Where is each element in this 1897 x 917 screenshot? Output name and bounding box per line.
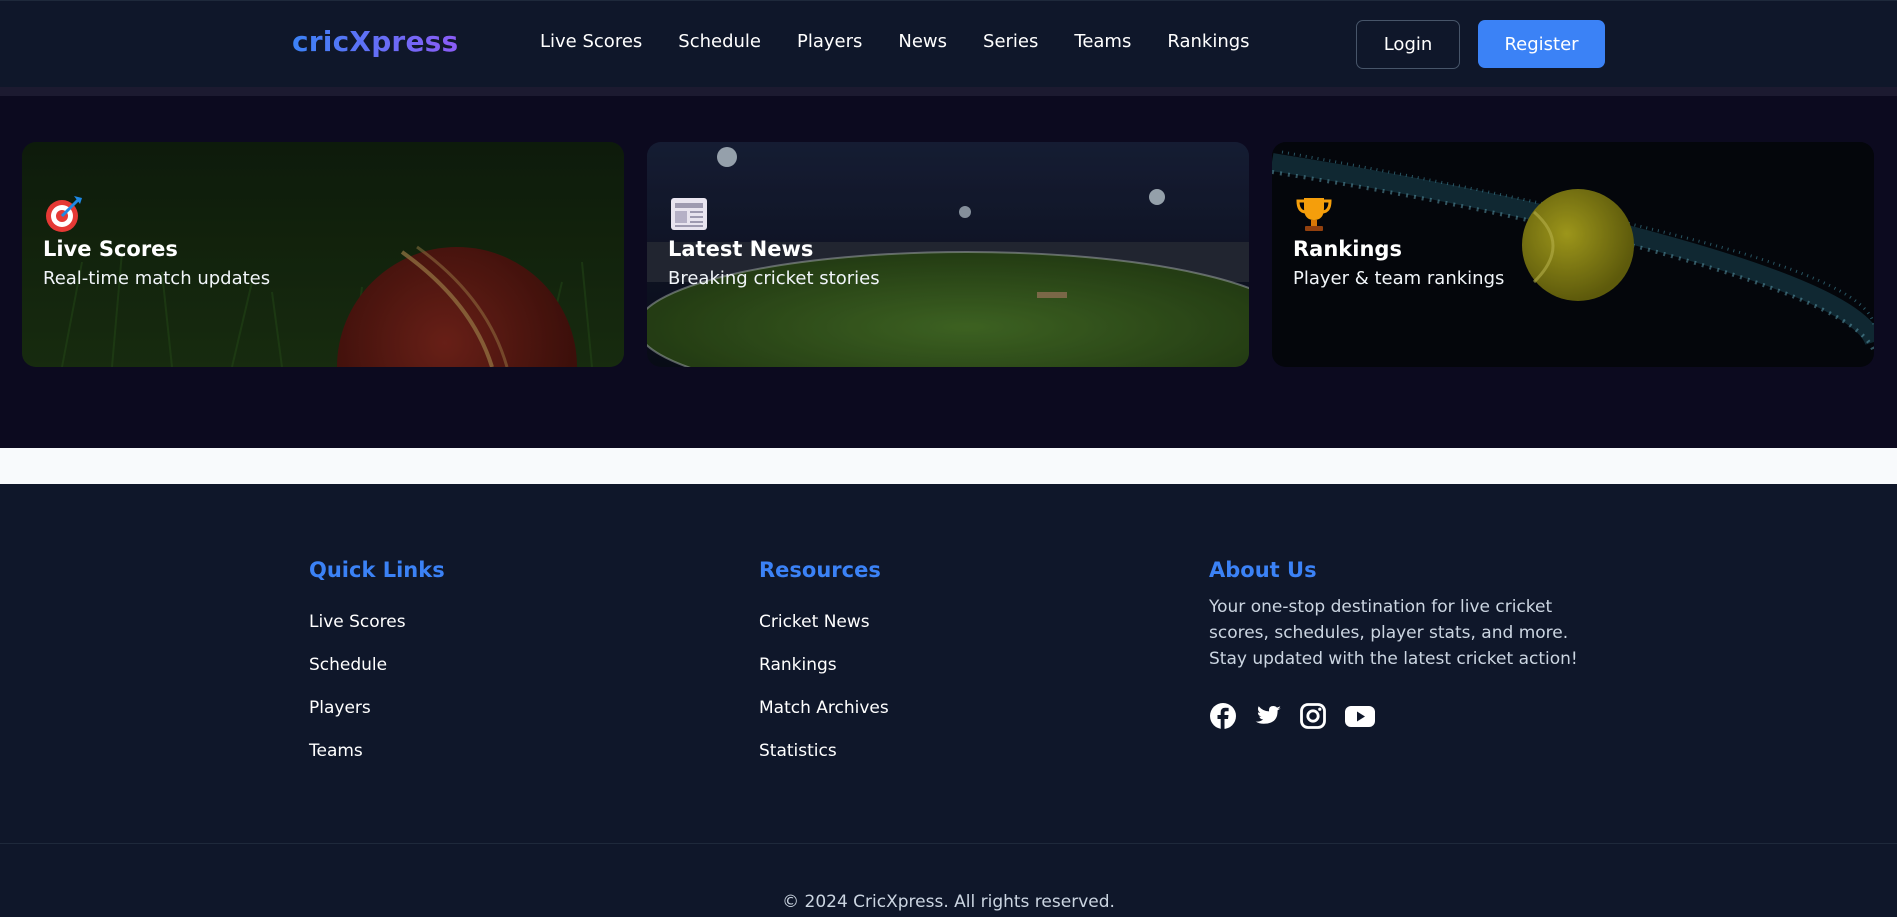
trophy-icon (1296, 198, 1332, 231)
site-logo[interactable]: cricXpress (292, 25, 458, 58)
section-separator (0, 448, 1897, 484)
footer-link-rankings[interactable]: Rankings (759, 655, 889, 698)
footer-heading: Quick Links (309, 558, 445, 582)
card-subtitle: Player & team rankings (1293, 268, 1505, 289)
about-description: Your one-stop destination for live crick… (1209, 597, 1578, 669)
card-latest-news[interactable]: Latest News Breaking cricket stories (647, 142, 1249, 367)
login-button[interactable]: Login (1356, 20, 1460, 69)
youtube-icon[interactable] (1344, 702, 1376, 730)
card-subtitle: Breaking cricket stories (668, 268, 880, 289)
footer-link-statistics[interactable]: Statistics (759, 741, 889, 784)
feature-cards-section: Live Scores Real-time match updates Late… (0, 96, 1897, 448)
twitter-icon[interactable] (1254, 702, 1282, 730)
nav-live-scores[interactable]: Live Scores (540, 31, 642, 52)
nav-schedule[interactable]: Schedule (678, 31, 761, 52)
register-button[interactable]: Register (1478, 20, 1605, 68)
footer-link-players[interactable]: Players (309, 698, 445, 741)
nav-news[interactable]: News (898, 31, 947, 52)
site-footer: Quick Links Live Scores Schedule Players… (0, 484, 1897, 917)
footer-link-match-archives[interactable]: Match Archives (759, 698, 889, 741)
footer-heading: About Us (1209, 558, 1317, 582)
nav-teams[interactable]: Teams (1074, 31, 1131, 52)
target-icon (46, 196, 82, 232)
footer-about: About Us Your one-stop destination for l… (1209, 558, 1609, 730)
footer-heading: Resources (759, 558, 881, 582)
nav-series[interactable]: Series (983, 31, 1038, 52)
instagram-icon[interactable] (1299, 702, 1327, 730)
footer-resources: Resources Cricket News Rankings Match Ar… (759, 558, 889, 784)
footer-link-cricket-news[interactable]: Cricket News (759, 612, 889, 655)
main-nav: Live Scores Schedule Players News Series… (540, 31, 1286, 52)
card-rankings[interactable]: Rankings Player & team rankings (1272, 142, 1874, 367)
footer-link-live-scores[interactable]: Live Scores (309, 612, 445, 655)
footer-quick-links: Quick Links Live Scores Schedule Players… (309, 558, 445, 784)
site-header: cricXpress Live Scores Schedule Players … (0, 0, 1897, 87)
copyright-text: © 2024 CricXpress. All rights reserved. (782, 892, 1115, 912)
newspaper-icon (671, 198, 707, 230)
card-live-scores[interactable]: Live Scores Real-time match updates (22, 142, 624, 367)
footer-link-schedule[interactable]: Schedule (309, 655, 445, 698)
header-divider (0, 87, 1897, 96)
social-links (1209, 702, 1609, 730)
nav-players[interactable]: Players (797, 31, 862, 52)
card-title: Live Scores (43, 237, 178, 261)
card-title: Latest News (668, 237, 814, 261)
card-subtitle: Real-time match updates (43, 268, 271, 289)
facebook-icon[interactable] (1209, 702, 1237, 730)
footer-divider (0, 843, 1897, 844)
nav-rankings[interactable]: Rankings (1167, 31, 1249, 52)
card-title: Rankings (1293, 237, 1402, 261)
footer-link-teams[interactable]: Teams (309, 741, 445, 784)
